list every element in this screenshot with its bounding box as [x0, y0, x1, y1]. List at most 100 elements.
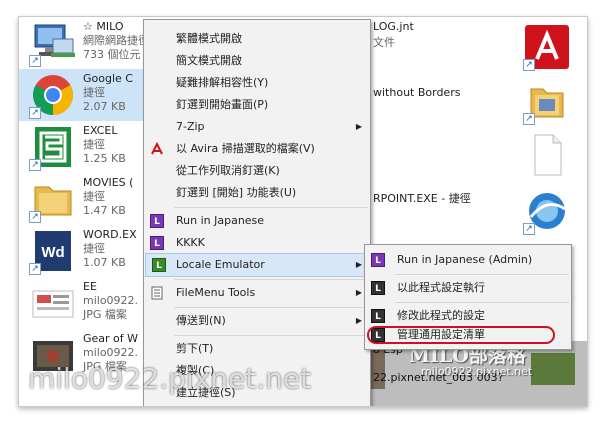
- submenu-item-run-with-app-settings[interactable]: L 以此程式設定執行: [365, 277, 571, 299]
- file-type: 捷徑: [83, 242, 105, 255]
- menu-item-label: 簡文模式開啟: [176, 54, 242, 67]
- file-type: 網際網路捷徑: [83, 34, 149, 47]
- menu-item-open-traditional[interactable]: 繁體模式開啟: [144, 28, 370, 50]
- highlight-circle: [367, 326, 555, 344]
- locale-emulator-dark-icon: L: [371, 309, 385, 323]
- context-menu: 繁體模式開啟 簡文模式開啟 疑難排解相容性(Y) 釘選到開始畫面(P) 7-Zi…: [143, 19, 371, 406]
- locale-emulator-purple-icon: L: [150, 214, 164, 228]
- avira-icon[interactable]: ↗: [523, 23, 571, 71]
- menu-item-open-simplified[interactable]: 簡文模式開啟: [144, 50, 370, 72]
- menu-item-label: 7-Zip: [176, 120, 205, 133]
- locale-emulator-purple-icon: L: [371, 253, 385, 267]
- menu-separator: [174, 307, 368, 308]
- menu-item-label: 傳送到(N): [176, 314, 226, 327]
- shortcut-arrow-icon: ↗: [523, 223, 535, 235]
- menu-item-label: 釘選到開始畫面(P): [176, 98, 269, 111]
- menu-item-label: FileMenu Tools: [176, 286, 256, 299]
- submenu-arrow-icon: ▶: [355, 288, 362, 297]
- chrome-icon: ↗: [29, 71, 77, 119]
- watermark-blog-url: milo0922.pixnet.net: [421, 365, 533, 378]
- without-borders-name[interactable]: without Borders: [373, 86, 460, 99]
- excel-icon: ↗: [29, 123, 77, 171]
- file-type: milo0922.: [83, 294, 139, 307]
- file-type: milo0922.: [83, 346, 139, 359]
- menu-item-label: Run in Japanese: [176, 214, 265, 227]
- menu-item-label: KKKK: [176, 236, 205, 249]
- image-thumbnail-icon: [531, 353, 575, 385]
- menu-item-label: 繁體模式開啟: [176, 32, 242, 45]
- shortcut-arrow-icon: ↗: [523, 59, 535, 71]
- menu-separator: [174, 279, 368, 280]
- menu-item-label: Locale Emulator: [176, 258, 265, 271]
- menu-item-label: 修改此程式的設定: [397, 309, 485, 322]
- menu-item-label: 以 Avira 掃描選取的檔案(V): [176, 142, 315, 155]
- log-file-type: 文件: [373, 36, 395, 49]
- locale-emulator-dark-icon: L: [371, 281, 385, 295]
- shortcut-arrow-icon: ↗: [29, 263, 41, 275]
- avira-icon: [150, 141, 164, 156]
- file-name: Gear of W: [83, 332, 139, 345]
- folder-icon[interactable]: ↗: [523, 77, 571, 125]
- menu-item-label: 從工作列取消釘選(K): [176, 164, 280, 177]
- menu-item-troubleshoot-compat[interactable]: 疑難排解相容性(Y): [144, 72, 370, 94]
- menu-item-7zip[interactable]: 7-Zip ▶: [144, 116, 370, 138]
- menu-separator: [395, 302, 569, 303]
- locale-emulator-purple-icon: L: [150, 236, 164, 250]
- menu-item-pin-start-menu[interactable]: 釘選到 [開始] 功能表(U): [144, 182, 370, 204]
- file-name: ☆ MILO: [83, 20, 124, 33]
- file-size: 733 個位元: [83, 48, 141, 61]
- file-type: 捷徑: [83, 86, 105, 99]
- folder-icon: ↗: [29, 175, 77, 223]
- menu-item-label: 以此程式設定執行: [397, 281, 485, 294]
- network-shortcut-icon: ↗: [29, 19, 77, 67]
- menu-item-locale-emulator[interactable]: L Locale Emulator ▶: [145, 253, 369, 277]
- menu-item-run-in-japanese[interactable]: L Run in Japanese: [144, 210, 370, 232]
- file-type: 捷徑: [83, 190, 105, 203]
- image-thumbnail-icon: [29, 279, 77, 327]
- image-preview-area: o Esp 22.pixnet.net_003 003? MILO部落格 mil…: [351, 341, 587, 406]
- submenu-item-modify-app-settings[interactable]: L 修改此程式的設定: [365, 305, 571, 327]
- menu-item-pin-to-start-screen[interactable]: 釘選到開始畫面(P): [144, 94, 370, 116]
- menu-item-send-to[interactable]: 傳送到(N) ▶: [144, 310, 370, 332]
- menu-separator: [174, 335, 368, 336]
- menu-item-cut[interactable]: 剪下(T): [144, 338, 370, 360]
- menu-item-label: 釘選到 [開始] 功能表(U): [176, 186, 297, 199]
- locale-emulator-green-icon: L: [152, 258, 166, 272]
- submenu-item-run-japanese-admin[interactable]: L Run in Japanese (Admin): [365, 249, 571, 271]
- file-size: 1.25 KB: [83, 152, 126, 165]
- menu-separator: [395, 274, 569, 275]
- shortcut-arrow-icon: ↗: [29, 159, 41, 171]
- menu-item-label: Run in Japanese (Admin): [397, 253, 533, 266]
- menu-item-unpin-taskbar[interactable]: 從工作列取消釘選(K): [144, 160, 370, 182]
- file-size: 2.07 KB: [83, 100, 126, 113]
- log-file-name[interactable]: LOG.jnt: [373, 20, 414, 33]
- file-name: EXCEL: [83, 124, 118, 137]
- svg-text:Wd: Wd: [41, 244, 64, 261]
- menu-item-kkkk[interactable]: L KKKK: [144, 232, 370, 254]
- menu-item-filemenu-tools[interactable]: FileMenu Tools ▶: [144, 282, 370, 304]
- watermark-big-url: milo0922.pixnet.net: [28, 362, 312, 395]
- shortcut-arrow-icon: ↗: [523, 113, 535, 125]
- filemenu-tools-icon: [150, 286, 164, 300]
- powerpoint-shortcut-name[interactable]: RPOINT.EXE - 捷徑: [373, 190, 471, 206]
- menu-item-avira-scan[interactable]: 以 Avira 掃描選取的檔案(V): [144, 138, 370, 160]
- file-name: EE: [83, 280, 97, 293]
- file-size: 1.47 KB: [83, 204, 126, 217]
- shortcut-arrow-icon: ↗: [29, 55, 41, 67]
- file-name: WORD.EX: [83, 228, 137, 241]
- shortcut-arrow-icon: ↗: [29, 107, 41, 119]
- shortcut-arrow-icon: ↗: [29, 211, 41, 223]
- submenu-arrow-icon: ▶: [355, 260, 362, 269]
- file-size: 1.07 KB: [83, 256, 126, 269]
- file-name: MOVIES (: [83, 176, 134, 189]
- blank-document-icon[interactable]: [523, 131, 571, 179]
- globe-cd-icon[interactable]: ↗: [523, 187, 571, 235]
- file-name: Google C: [83, 72, 133, 85]
- word-icon: Wd ↗: [29, 227, 77, 275]
- menu-separator: [174, 207, 368, 208]
- menu-item-label: 疑難排解相容性(Y): [176, 76, 269, 89]
- submenu-arrow-icon: ▶: [355, 316, 362, 325]
- menu-item-label: 剪下(T): [176, 342, 214, 355]
- submenu-arrow-icon: ▶: [355, 122, 362, 131]
- file-size: JPG 檔案: [83, 308, 127, 321]
